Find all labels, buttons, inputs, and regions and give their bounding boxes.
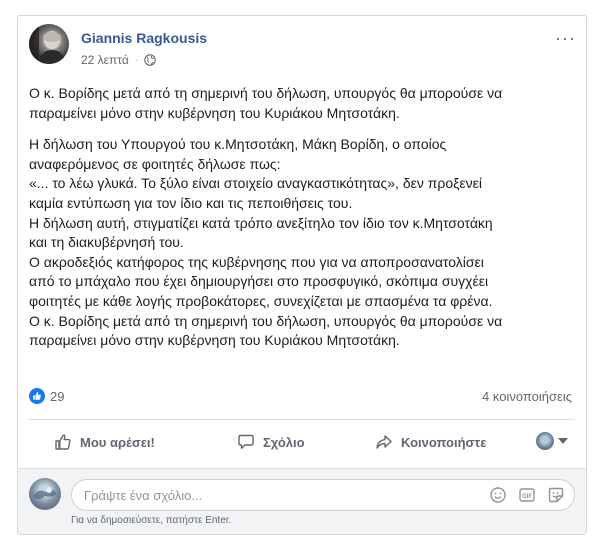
svg-text:GIF: GIF — [522, 494, 532, 500]
meta-separator: · — [134, 55, 138, 65]
divider — [29, 419, 575, 420]
post-meta: 22 λεπτά · — [81, 53, 156, 67]
post-text-line: φοιτητές με κάθε λογής προβοκάτορες, συν… — [29, 292, 493, 309]
shares-count[interactable]: 4 κοινοποιήσεις — [482, 389, 572, 404]
chevron-down-icon — [558, 438, 568, 444]
share-label: Κοινοποιήστε — [401, 434, 487, 450]
profile-avatar — [536, 432, 554, 450]
comment-label: Σχόλιο — [263, 434, 305, 450]
comment-hint: Για να δημοσιεύσετε, πατήστε Enter. — [71, 515, 232, 526]
author-photo — [29, 24, 67, 64]
author-name[interactable]: Giannis Ragkousis — [81, 30, 207, 46]
post-text-line: Ο κ. Βορίδης μετά από τη σημερινή του δή… — [29, 85, 503, 101]
post-stats: 29 4 κοινοποιήσεις — [29, 386, 575, 406]
gif-icon[interactable]: GIF — [518, 486, 536, 504]
post-paragraph-2: Η δήλωση του Υπουργού του κ.Μητσοτάκη, Μ… — [29, 135, 577, 351]
author-avatar[interactable] — [29, 24, 69, 64]
post-text-line: και τη διακυβέρνησή του. — [29, 234, 184, 251]
post-text-line: παραμείνει μόνο στην κυβέρνηση του Κυριά… — [29, 104, 400, 121]
likes-count[interactable]: 29 — [50, 389, 64, 404]
more-options-icon[interactable]: ··· — [555, 28, 576, 49]
comment-placeholder: Γράψτε ένα σχόλιο... — [84, 488, 203, 503]
post-body: Ο κ. Βορίδης μετά από τη σημερινή του δή… — [29, 84, 577, 363]
post-text-line: Ο ακροδεξιός κατήφορος της κυβέρνησης πο… — [29, 253, 484, 270]
commenter-photo — [33, 487, 57, 499]
post-text-line: καμία εντύπωση για τον ίδιο και τις πεπο… — [29, 194, 353, 211]
reaction-as-selector[interactable] — [536, 432, 568, 450]
share-button[interactable]: Κοινοποιήστε — [375, 433, 486, 451]
thumbs-up-badge-icon[interactable] — [29, 388, 45, 404]
sticker-icon[interactable] — [547, 486, 565, 504]
like-button[interactable]: Μου αρέσει! — [54, 433, 155, 451]
thumbs-up-icon — [55, 434, 71, 450]
globe-icon[interactable] — [144, 54, 156, 66]
share-arrow-icon — [376, 435, 392, 449]
post-card: Giannis Ragkousis 22 λεπτά · ··· Ο κ. Βο… — [17, 15, 587, 535]
post-text-line: «... το λέω γλυκά. Το ξύλο είναι στοιχεί… — [29, 175, 483, 192]
post-text-line: από το μπάχαλο που έχει δημιουργήσει στο… — [29, 273, 489, 290]
comment-input[interactable]: Γράψτε ένα σχόλιο... GIF — [71, 479, 575, 511]
commenter-avatar[interactable] — [29, 478, 61, 510]
post-timestamp[interactable]: 22 λεπτά — [81, 53, 129, 67]
action-bar: Μου αρέσει! Σχόλιο Κοινοποιήστε — [29, 430, 575, 456]
post-text-line: Η δήλωση του Υπουργού του κ.Μητσοτάκη, Μ… — [29, 136, 447, 153]
post-text-line: παραμείνει μόνο στην κυβέρνηση του Κυριά… — [29, 332, 400, 349]
comment-tools: GIF — [489, 486, 565, 504]
post-text-line: Ο κ. Βορίδης μετά από τη σημερινή του δή… — [29, 312, 503, 329]
speech-bubble-icon — [238, 434, 254, 449]
post-paragraph-1: Ο κ. Βορίδης μετά από τη σημερινή του δή… — [29, 84, 577, 123]
post-text-line: αναφερόμενος σε φοιτητές δήλωσε πως: — [29, 155, 281, 172]
emoji-icon[interactable] — [489, 486, 507, 504]
comment-button[interactable]: Σχόλιο — [237, 433, 305, 451]
post-text-line: Η δήλωση αυτή, στιγματίζει κατά τρόπο αν… — [29, 214, 493, 231]
like-label: Μου αρέσει! — [80, 434, 155, 450]
